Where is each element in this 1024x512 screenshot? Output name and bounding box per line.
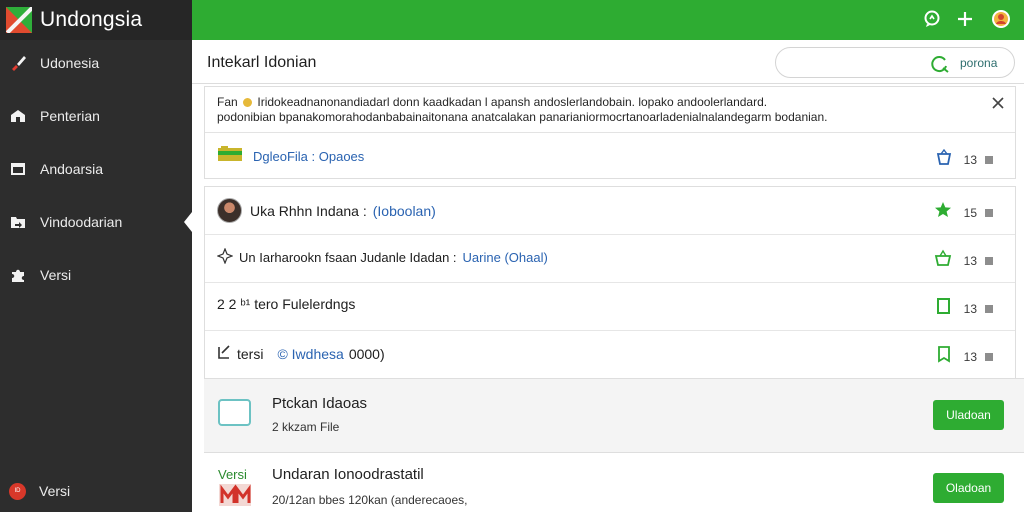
close-icon[interactable]	[991, 96, 1005, 110]
count: 13	[963, 349, 977, 364]
notice-line-1: Iridokeadnanonandiadarl donn kaadkadan l…	[257, 95, 768, 109]
list-item[interactable]: Un Iarharookn fsaan Judanle Idadan : Uar…	[205, 235, 1015, 283]
list-item-text: tersi	[237, 345, 264, 362]
notice-card: Fan Iridokeadnanonandiadarl donn kaadkad…	[204, 86, 1016, 179]
user-badge-icon[interactable]	[990, 8, 1012, 30]
file-card[interactable]: Ptckan Idaoas 2 kkzam File Uladoan	[204, 378, 1024, 453]
count: 13	[963, 301, 977, 316]
more-icon[interactable]	[985, 352, 993, 361]
square-icon[interactable]	[936, 297, 952, 320]
notice-line-2: podonibian bpanakomorahodanbabainaitonan…	[217, 110, 828, 124]
sidebar-item-label: Udonesia	[40, 55, 100, 71]
outline-rect-icon	[218, 399, 251, 426]
basket-icon[interactable]	[934, 249, 952, 272]
file-action-button[interactable]: Uladoan	[933, 400, 1004, 430]
window-icon	[9, 160, 27, 178]
sidebar-item-vindoodarian[interactable]: Vindoodarian	[0, 202, 192, 242]
app-title: Undongsia	[40, 8, 143, 31]
building-icon	[9, 107, 27, 125]
divider	[205, 132, 1015, 133]
chat-icon[interactable]	[921, 8, 943, 30]
profile-photo	[217, 198, 242, 223]
brush-icon	[9, 54, 27, 72]
top-bar	[192, 0, 1024, 40]
activity-list: Uka Rhhn Indana : (Ioboolan) 15 Un Iarha…	[204, 186, 1016, 379]
list-item-link[interactable]: Uarine (Ohaal)	[463, 250, 548, 265]
list-item-tail: 0000)	[348, 345, 385, 362]
file-card[interactable]: Versi Undaran Ionoodrastatil 20/12an bbe…	[204, 453, 1024, 512]
list-item[interactable]: 2 2 ᵇ¹ tero Fulelerdngs 13	[205, 283, 1015, 331]
sidebar-footer-profile[interactable]: ID Versi	[0, 471, 192, 511]
list-item-text: 2 2 ᵇ¹ tero Fulelerdngs	[217, 296, 356, 312]
sparkle-icon	[216, 247, 234, 267]
search-input[interactable]: porona	[775, 47, 1015, 78]
brand-text: Versi	[218, 467, 247, 482]
count: 13	[963, 152, 977, 167]
red-logo-icon	[219, 484, 251, 511]
list-item[interactable]: Uka Rhhn Indana : (Ioboolan) 15	[205, 187, 1015, 235]
file-action-button[interactable]: Oladoan	[933, 473, 1004, 503]
file-subtitle: 2 kkzam File	[272, 420, 340, 434]
app-logo-icon	[6, 7, 32, 33]
more-icon[interactable]	[985, 304, 993, 313]
avatar: ID	[9, 482, 26, 500]
bookmark-icon[interactable]	[936, 345, 952, 368]
list-item-link[interactable]: (Ioboolan)	[373, 203, 436, 219]
sidebar-item-versi[interactable]: Versi	[0, 255, 192, 295]
list-item-link[interactable]: © Iwdhesa	[277, 346, 343, 362]
more-icon[interactable]	[985, 208, 993, 217]
more-icon[interactable]	[985, 256, 993, 265]
count: 15	[963, 205, 977, 220]
check-icon	[217, 344, 231, 363]
sidebar-item-label: Versi	[40, 267, 72, 283]
puzzle-icon	[9, 266, 27, 284]
list-item[interactable]: tersi © Iwdhesa 0000) 13	[205, 331, 1015, 379]
search-icon	[930, 54, 950, 74]
brand[interactable]: Undongsia	[0, 0, 192, 40]
app-window: Undongsia Udonesia Penterian Andoarsia V	[0, 0, 1024, 512]
notice-link-row[interactable]: DgleoFila : Opaoes	[217, 145, 364, 168]
page-header: Intekarl Idonian porona	[192, 40, 1024, 84]
sidebar-footer-label: Versi	[39, 483, 71, 499]
sidebar-item-label: Penterian	[40, 108, 100, 124]
sidebar-item-andoarsia[interactable]: Andoarsia	[0, 149, 192, 189]
sidebar-item-udonesia[interactable]: Udonesia	[0, 43, 192, 83]
sidebar-item-label: Andoarsia	[40, 161, 104, 177]
file-subtitle: 20/12an bbes 120kan (anderecaoes,	[272, 493, 468, 507]
page-title: Intekarl Idonian	[207, 54, 317, 71]
sidebar-item-label: Vindoodarian	[40, 214, 123, 230]
file-title: Ptckan Idaoas	[272, 395, 368, 412]
notice-meta: 13	[936, 148, 993, 170]
notice-text: Fan Iridokeadnanonandiadarl donn kaadkad…	[217, 95, 977, 125]
file-title: Undaran Ionoodrastatil	[272, 466, 424, 483]
list-item-text: Uka Rhhn Indana :	[250, 202, 367, 219]
more-icon[interactable]	[985, 155, 993, 164]
basket-icon[interactable]	[936, 148, 952, 170]
sidebar: Undongsia Udonesia Penterian Andoarsia V	[0, 0, 192, 512]
star-icon[interactable]	[934, 201, 952, 224]
count: 13	[963, 253, 977, 268]
folder-icon	[217, 145, 243, 168]
notice-link[interactable]: DgleoFila : Opaoes	[253, 149, 364, 164]
list-item-text: Un Iarharookn fsaan Judanle Idadan :	[239, 250, 457, 265]
notice-prefix: Fan	[217, 95, 238, 109]
sidebar-item-penterian[interactable]: Penterian	[0, 96, 192, 136]
warning-dot-icon	[243, 98, 253, 107]
folder-arrow-icon	[9, 213, 27, 231]
plus-icon[interactable]	[954, 8, 976, 30]
search-placeholder: porona	[960, 56, 998, 70]
